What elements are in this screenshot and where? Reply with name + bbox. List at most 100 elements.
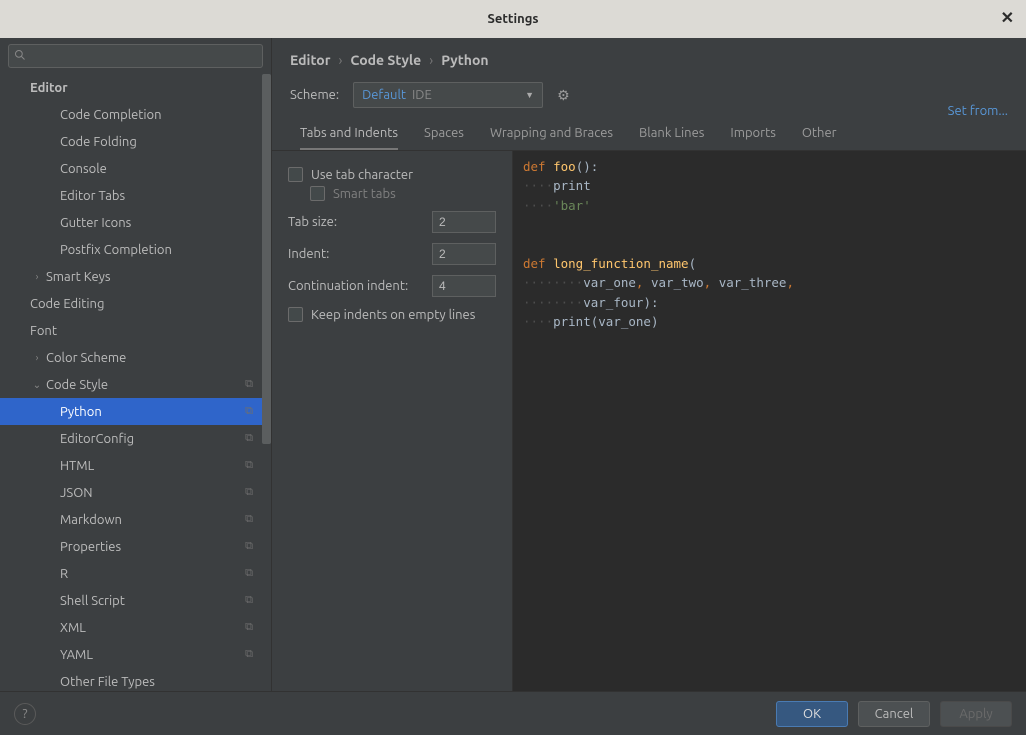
copy-icon: ⧉ xyxy=(245,594,253,607)
main-panel: Editor › Code Style › Python Scheme: Def… xyxy=(272,38,1026,691)
tree-item-label: Other File Types xyxy=(60,675,155,689)
tree-item-label: Code Folding xyxy=(60,135,137,149)
tree-item-label: Properties xyxy=(60,540,121,554)
help-button[interactable]: ? xyxy=(14,703,36,725)
scheme-name: Default xyxy=(362,88,406,102)
tree-item-yaml[interactable]: YAML⧉ xyxy=(0,641,271,668)
breadcrumb-code-style[interactable]: Code Style xyxy=(350,52,421,68)
tree-item-label: Console xyxy=(60,162,107,176)
scrollbar-thumb[interactable] xyxy=(262,74,271,444)
tree-item-font[interactable]: Font xyxy=(0,317,271,344)
tab-other[interactable]: Other xyxy=(802,126,837,150)
tab-wrapping-and-braces[interactable]: Wrapping and Braces xyxy=(490,126,613,150)
tree-item-label: Markdown xyxy=(60,513,122,527)
tab-size-input[interactable] xyxy=(432,211,496,233)
tree-item-color-scheme[interactable]: ›Color Scheme xyxy=(0,344,271,371)
tree-item-code-folding[interactable]: Code Folding xyxy=(0,128,271,155)
tree-item-html[interactable]: HTML ⧉ xyxy=(0,452,271,479)
breadcrumb: Editor › Code Style › Python xyxy=(272,38,1026,74)
search-input[interactable] xyxy=(8,44,263,68)
tree-item-label: Code Style xyxy=(46,378,108,392)
tab-size-label: Tab size: xyxy=(288,215,337,229)
tree-item-gutter-icons[interactable]: Gutter Icons xyxy=(0,209,271,236)
use-tab-checkbox[interactable]: Use tab character xyxy=(288,167,496,182)
tree-item-label: Gutter Icons xyxy=(60,216,131,230)
tree-item-label: XML xyxy=(60,621,86,635)
tree-item-label: Font xyxy=(30,324,57,338)
tree-item-label: Color Scheme xyxy=(46,351,126,365)
copy-icon: ⧉ xyxy=(245,540,253,553)
indent-input[interactable] xyxy=(432,243,496,265)
tab-spaces[interactable]: Spaces xyxy=(424,126,464,150)
tree-item-postfix-completion[interactable]: Postfix Completion xyxy=(0,236,271,263)
checkbox-icon xyxy=(288,307,303,322)
copy-icon: ⧉ xyxy=(245,432,253,445)
tree-item-json[interactable]: JSON ⧉ xyxy=(0,479,271,506)
smart-tabs-checkbox[interactable]: Smart tabs xyxy=(310,186,496,201)
tree-section-editor[interactable]: Editor xyxy=(0,74,271,101)
tree-item-label: EditorConfig xyxy=(60,432,134,446)
tree-item-label: HTML xyxy=(60,459,94,473)
copy-icon: ⧉ xyxy=(245,405,253,418)
tree-section-label: Editor xyxy=(30,81,68,95)
copy-icon: ⧉ xyxy=(245,621,253,634)
tab-imports[interactable]: Imports xyxy=(730,126,775,150)
chevron-right-icon: › xyxy=(338,52,342,68)
window-title: Settings xyxy=(487,12,538,26)
indent-form: Use tab character Smart tabs Tab size: I… xyxy=(272,151,512,691)
tree-item-label: Smart Keys xyxy=(46,270,111,284)
scheme-select[interactable]: Default IDE ▼ xyxy=(353,82,543,108)
tree-item-editor-tabs[interactable]: Editor Tabs xyxy=(0,182,271,209)
tree-item-console[interactable]: Console xyxy=(0,155,271,182)
tree-item-shell-script[interactable]: Shell Script ⧉ xyxy=(0,587,271,614)
set-from-link[interactable]: Set from... xyxy=(948,104,1008,118)
tree-item-code-editing[interactable]: Code Editing xyxy=(0,290,271,317)
keep-indents-label: Keep indents on empty lines xyxy=(311,308,475,322)
scheme-tag: IDE xyxy=(412,88,432,102)
tab-tabs-and-indents[interactable]: Tabs and Indents xyxy=(300,126,398,150)
tree-item-label: JSON xyxy=(60,486,93,500)
tree-item-other-file-types[interactable]: Other File Types xyxy=(0,668,271,691)
chevron-right-icon: › xyxy=(30,271,44,282)
keep-indents-checkbox[interactable]: Keep indents on empty lines xyxy=(288,307,496,322)
tree-item-code-style[interactable]: ⌄Code Style ⧉ xyxy=(0,371,271,398)
use-tab-label: Use tab character xyxy=(311,168,413,182)
tree-item-label: Shell Script xyxy=(60,594,125,608)
close-icon[interactable]: ✕ xyxy=(1001,8,1014,27)
continuation-indent-label: Continuation indent: xyxy=(288,279,408,293)
tree-item-label: Python xyxy=(60,405,102,419)
apply-button[interactable]: Apply xyxy=(940,701,1012,727)
dialog-footer: ? OK Cancel Apply xyxy=(0,691,1026,735)
checkbox-icon xyxy=(310,186,325,201)
scheme-label: Scheme: xyxy=(290,88,339,102)
chevron-down-icon: ⌄ xyxy=(30,379,44,391)
chevron-right-icon: › xyxy=(429,52,433,68)
cancel-button[interactable]: Cancel xyxy=(858,701,930,727)
tree-item-code-completion[interactable]: Code Completion xyxy=(0,101,271,128)
settings-tree: Editor Code Completion Code Folding Consol… xyxy=(0,74,271,691)
copy-icon: ⧉ xyxy=(245,378,253,391)
copy-icon: ⧉ xyxy=(245,513,253,526)
chevron-right-icon: › xyxy=(30,352,44,363)
copy-icon: ⧉ xyxy=(245,648,253,661)
tree-item-label: Postfix Completion xyxy=(60,243,172,257)
breadcrumb-python: Python xyxy=(441,52,488,68)
tree-item-r[interactable]: R⧉ xyxy=(0,560,271,587)
gear-icon[interactable]: ⚙ xyxy=(557,87,570,104)
checkbox-icon xyxy=(288,167,303,182)
copy-icon: ⧉ xyxy=(245,486,253,499)
tab-blank-lines[interactable]: Blank Lines xyxy=(639,126,704,150)
tree-item-python[interactable]: Python ⧉ xyxy=(0,398,271,425)
copy-icon: ⧉ xyxy=(245,459,253,472)
tree-item-editorconfig[interactable]: EditorConfig ⧉ xyxy=(0,425,271,452)
tree-item-label: R xyxy=(60,567,68,581)
tree-item-markdown[interactable]: Markdown ⧉ xyxy=(0,506,271,533)
indent-label: Indent: xyxy=(288,247,329,261)
ok-button[interactable]: OK xyxy=(776,701,848,727)
tree-item-properties[interactable]: Properties ⧉ xyxy=(0,533,271,560)
tree-item-smart-keys[interactable]: ›Smart Keys xyxy=(0,263,271,290)
breadcrumb-editor[interactable]: Editor xyxy=(290,52,330,68)
continuation-indent-input[interactable] xyxy=(432,275,496,297)
smart-tabs-label: Smart tabs xyxy=(333,187,396,201)
tree-item-xml[interactable]: XML ⧉ xyxy=(0,614,271,641)
